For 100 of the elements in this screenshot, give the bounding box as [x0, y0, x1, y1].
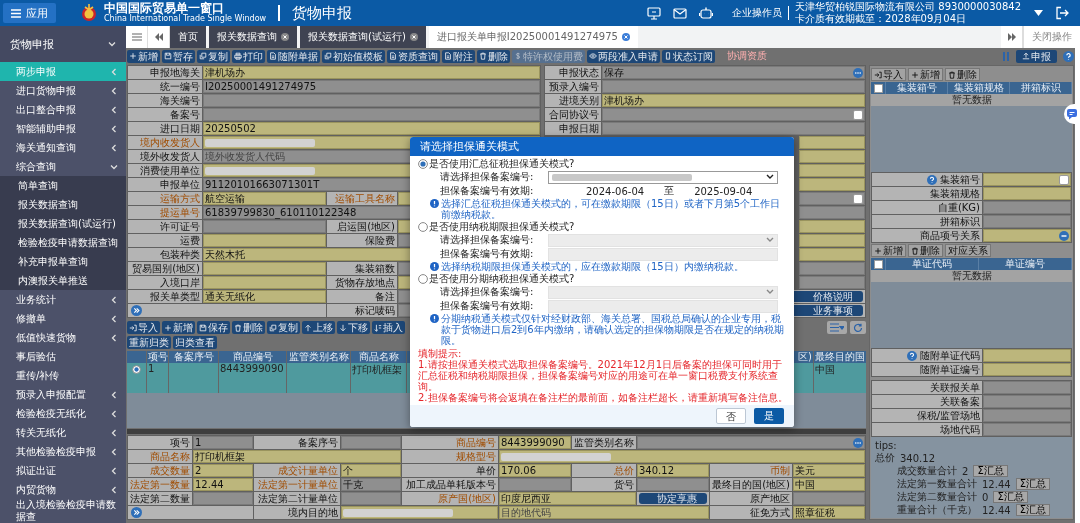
input-field[interactable] — [983, 409, 1071, 422]
menu-item[interactable]: 预录入申报配置 — [0, 385, 126, 404]
column-header[interactable]: 最终目的国 — [814, 351, 866, 363]
submenu-item[interactable]: 检验检疫申请数据查询 — [0, 233, 126, 252]
toolbar-button[interactable]: 插入 — [372, 321, 405, 334]
sum-button[interactable]: Σ汇总 — [1015, 478, 1050, 490]
toolbar-button[interactable]: 附注 — [442, 49, 475, 63]
monitor-icon[interactable] — [647, 6, 662, 20]
expand-icon[interactable] — [131, 305, 142, 316]
radio-button[interactable] — [132, 365, 141, 374]
input-field[interactable] — [983, 173, 1071, 186]
checkbox-icon[interactable] — [853, 109, 863, 120]
tab[interactable]: 报关数据查询 — [209, 26, 300, 48]
input-field[interactable] — [548, 247, 778, 261]
sidebar-header[interactable]: 货物申报 — [0, 26, 126, 62]
app-menu-button[interactable]: 应用 — [3, 3, 56, 23]
menu-item[interactable]: 内贸货物 — [0, 480, 126, 499]
input-field[interactable]: 1 — [193, 436, 253, 449]
toolbar-button[interactable]: 上移 — [302, 321, 335, 334]
radio-button[interactable] — [418, 159, 428, 169]
input-field[interactable]: 个 — [341, 464, 401, 477]
toolbar-button[interactable]: 资质查询 — [387, 49, 440, 63]
input-field[interactable] — [799, 150, 865, 163]
input-field[interactable] — [793, 492, 865, 505]
input-field[interactable]: I20250001491274975 — [203, 80, 540, 93]
tab[interactable]: 首页 — [170, 26, 209, 48]
input-field[interactable] — [799, 262, 865, 275]
radio-button[interactable] — [418, 274, 428, 284]
cancel-button[interactable]: 否 — [716, 408, 746, 424]
select-field[interactable] — [548, 170, 778, 184]
menu-item[interactable]: 海关通知查询 — [0, 138, 126, 157]
input-field[interactable] — [799, 248, 865, 261]
menu-item[interactable]: 智能辅助申报 — [0, 119, 126, 138]
sum-button[interactable]: Σ汇总 — [993, 491, 1028, 503]
input-field[interactable] — [799, 178, 865, 191]
logout-icon[interactable] — [1055, 6, 1069, 20]
caret-icon[interactable] — [1034, 10, 1043, 16]
toolbar-button[interactable]: 删除 — [908, 244, 943, 257]
input-field[interactable] — [341, 436, 401, 449]
toolbar-button[interactable]: 归类查看 — [173, 336, 217, 349]
toolbar-button[interactable]: 暂存 — [162, 49, 195, 63]
input-field[interactable] — [203, 94, 540, 107]
input-field[interactable]: 中国 — [793, 478, 865, 491]
option-label[interactable]: 是否使用分期纳税担保通关模式? — [429, 272, 575, 286]
input-field[interactable] — [983, 395, 1071, 408]
toolbar-button[interactable]: 复制 — [197, 49, 230, 63]
input-field[interactable] — [983, 187, 1071, 200]
input-field[interactable] — [799, 276, 865, 289]
input-field[interactable]: 通关无纸化 — [203, 290, 326, 303]
menu-item[interactable]: 低值快速货物 — [0, 328, 126, 347]
input-field[interactable] — [983, 423, 1071, 436]
input-field[interactable] — [341, 506, 498, 519]
submenu-item[interactable]: 报关数据查询 — [0, 195, 126, 214]
submenu-item[interactable]: 补充申报单查询 — [0, 252, 126, 271]
input-field[interactable] — [983, 215, 1071, 228]
menu-item[interactable]: 修撤单 — [0, 309, 126, 328]
input-field[interactable] — [983, 363, 1071, 376]
menu-item[interactable]: 其他检验检疫申报 — [0, 442, 126, 461]
input-field[interactable] — [637, 478, 709, 491]
toolbar-button[interactable]: 初始值模板 — [322, 49, 385, 63]
input-field[interactable]: 印度尼西亚 — [499, 492, 636, 505]
input-field[interactable] — [799, 206, 865, 219]
checkbox-icon[interactable] — [873, 83, 883, 93]
more-icon[interactable] — [853, 437, 863, 448]
input-field[interactable] — [203, 276, 326, 289]
input-field[interactable] — [983, 381, 1071, 394]
toolbar-button[interactable]: 删除 — [232, 321, 265, 334]
pause-icon[interactable] — [1002, 51, 1010, 61]
input-field[interactable] — [799, 192, 865, 205]
sum-button[interactable]: Σ汇总 — [973, 465, 1008, 477]
toolbar-button[interactable]: 删除 — [945, 68, 980, 81]
submit-button[interactable]: 申报 — [1016, 49, 1057, 63]
input-field[interactable] — [341, 492, 401, 505]
input-field[interactable]: 千克 — [341, 478, 401, 491]
input-field[interactable] — [193, 492, 253, 505]
input-field[interactable]: 航空运输 — [203, 192, 326, 205]
input-field[interactable] — [203, 234, 326, 247]
checkbox-icon[interactable] — [853, 193, 863, 204]
input-field[interactable] — [499, 478, 571, 491]
toolbar-button[interactable]: 新增 — [871, 244, 906, 257]
toolbar-button[interactable]: 新增 — [908, 68, 943, 81]
form-button[interactable]: 协定享惠 — [639, 493, 707, 504]
input-field[interactable] — [799, 136, 865, 149]
input-field[interactable]: 目的地代码 — [499, 506, 709, 519]
sum-button[interactable]: Σ汇总 — [1015, 504, 1050, 516]
tab[interactable]: 进口报关单申报I20250001491274975 — [428, 26, 641, 48]
toolbar-button[interactable]: 两段准入申请 — [587, 49, 660, 63]
submenu-item[interactable]: 内澳报关单推送 — [0, 271, 126, 290]
input-field[interactable]: 美元 — [793, 464, 865, 477]
input-field[interactable]: 保存 — [602, 66, 865, 79]
toolbar-button[interactable]: 打印 — [232, 49, 265, 63]
input-field[interactable] — [799, 234, 865, 247]
toolbar-button[interactable]: 对应关系 — [945, 244, 991, 257]
input-field[interactable]: 8443999090 — [499, 436, 571, 449]
submenu-item[interactable]: 简单查询 — [0, 176, 126, 195]
input-field[interactable] — [983, 349, 1071, 362]
toolbar-button[interactable]: 删除 — [477, 49, 510, 63]
input-field[interactable] — [637, 436, 865, 449]
input-field[interactable] — [799, 220, 865, 233]
tab[interactable]: 报关数据查询(试运行) — [300, 26, 429, 48]
